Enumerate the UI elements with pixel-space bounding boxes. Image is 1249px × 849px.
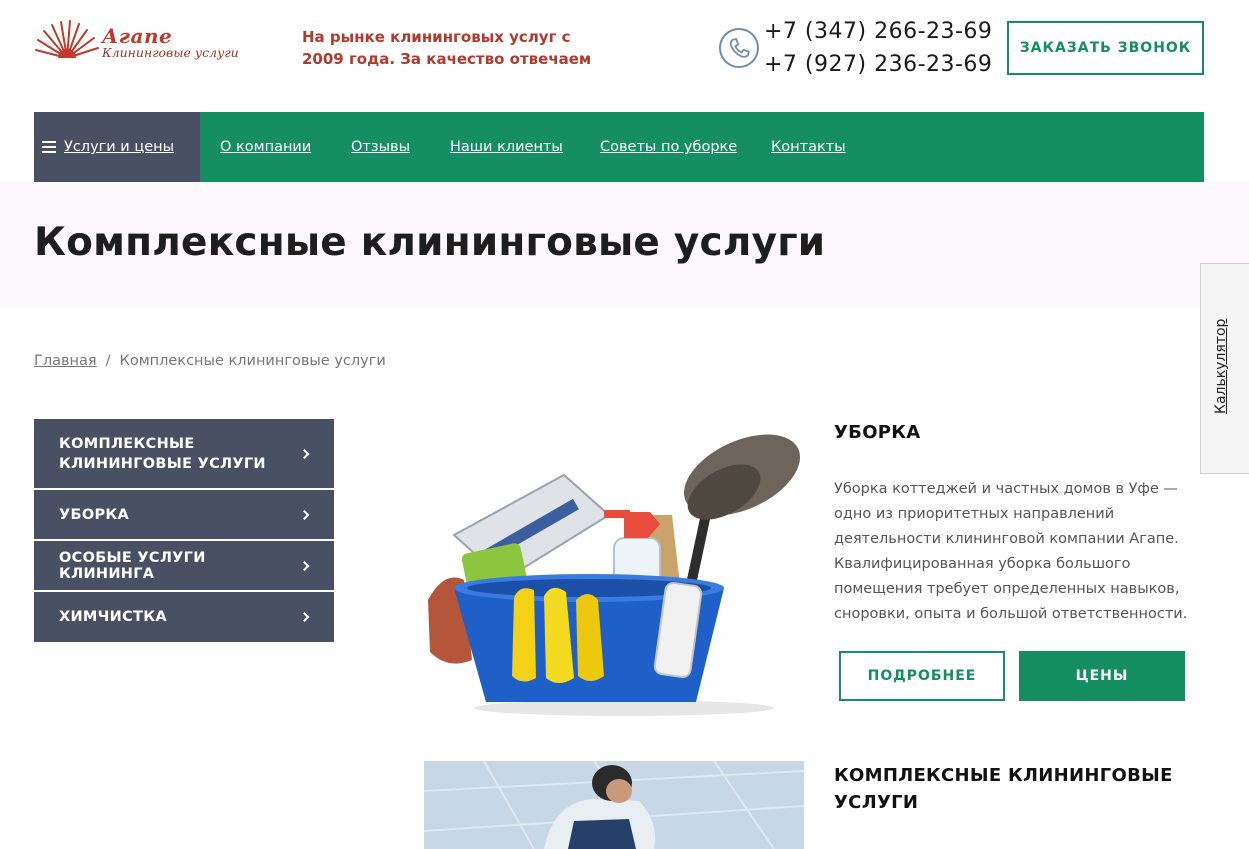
chevron-right-icon	[299, 560, 310, 571]
phone-numbers: +7 (347) 266-23-69 +7 (927) 236-23-69	[764, 15, 992, 81]
main-nav: Услуги и цены О компании Отзывы Наши кли…	[34, 112, 1204, 182]
chevron-right-icon	[299, 612, 310, 622]
sidebar-item-cleaning[interactable]: УБОРКА	[34, 490, 334, 541]
nav-link-reviews[interactable]: Отзывы	[351, 112, 410, 182]
card-title-cleaning: УБОРКА	[834, 422, 921, 443]
chevron-right-icon	[299, 509, 310, 520]
calculator-label: Калькулятор	[1213, 318, 1229, 414]
order-callback-button[interactable]: ЗАКАЗАТЬ ЗВОНОК	[1007, 21, 1204, 75]
sun-logo-icon	[34, 20, 100, 64]
breadcrumb-separator: /	[105, 353, 111, 369]
cleaner-worker-image[interactable]	[424, 761, 804, 849]
sidebar-item-label: ХИМЧИСТКА	[59, 609, 167, 625]
page-hero: Комплексные клининговые услуги	[0, 182, 1249, 308]
nav-link-about[interactable]: О компании	[220, 112, 311, 182]
services-sidebar: КОМПЛЕКСНЫЕ КЛИНИНГОВЫЕ УСЛУГИ УБОРКА ОС…	[34, 419, 334, 642]
breadcrumb-home-link[interactable]: Главная	[34, 353, 97, 369]
more-details-button[interactable]: ПОДРОБНЕЕ	[839, 651, 1005, 701]
nav-services-menu[interactable]: Услуги и цены	[34, 112, 200, 182]
sidebar-item-label: УБОРКА	[59, 506, 130, 523]
sidebar-item-complex-cleaning[interactable]: КОМПЛЕКСНЫЕ КЛИНИНГОВЫЕ УСЛУГИ	[34, 419, 334, 490]
calculator-tab[interactable]: Калькулятор	[1200, 263, 1249, 474]
breadcrumb-current: Комплексные клининговые услуги	[119, 353, 386, 369]
nav-link-tips[interactable]: Советы по уборке	[600, 112, 737, 182]
phone-number-2[interactable]: +7 (927) 236-23-69	[764, 48, 992, 81]
sidebar-item-dry-cleaning[interactable]: ХИМЧИСТКА	[34, 592, 334, 642]
phone-icon	[719, 28, 759, 68]
prices-button[interactable]: ЦЕНЫ	[1019, 651, 1185, 701]
page-title: Комплексные клининговые услуги	[34, 220, 826, 265]
card-text-cleaning: Уборка коттеджей и частных домов в Уфе —…	[834, 481, 1188, 622]
cleaning-bucket-image[interactable]	[424, 420, 804, 720]
nav-services-label: Услуги и цены	[64, 139, 175, 155]
nav-link-clients[interactable]: Наши клиенты	[450, 112, 563, 182]
breadcrumb: Главная / Комплексные клининговые услуги	[34, 353, 386, 369]
chevron-right-icon	[299, 448, 310, 459]
nav-link-contacts[interactable]: Контакты	[771, 112, 846, 182]
card-title-complex-cleaning: КОМПЛЕКСНЫЕ КЛИНИНГОВЫЕ УСЛУГИ	[834, 765, 1173, 813]
hamburger-icon	[42, 141, 56, 153]
logo-subtitle: Клининговые услуги	[102, 45, 239, 60]
sidebar-item-label: КОМПЛЕКСНЫЕ КЛИНИНГОВЫЕ УСЛУГИ	[59, 435, 266, 472]
sidebar-item-label: ОСОБЫЕ УСЛУГИ КЛИНИНГА	[59, 549, 206, 582]
logo[interactable]: Агапе Клининговые услуги	[34, 18, 264, 68]
phone-number-1[interactable]: +7 (347) 266-23-69	[764, 15, 992, 48]
tagline: На рынке клининговых услуг с 2009 года. …	[302, 28, 592, 68]
sidebar-item-special-services[interactable]: ОСОБЫЕ УСЛУГИ КЛИНИНГА	[34, 541, 334, 592]
